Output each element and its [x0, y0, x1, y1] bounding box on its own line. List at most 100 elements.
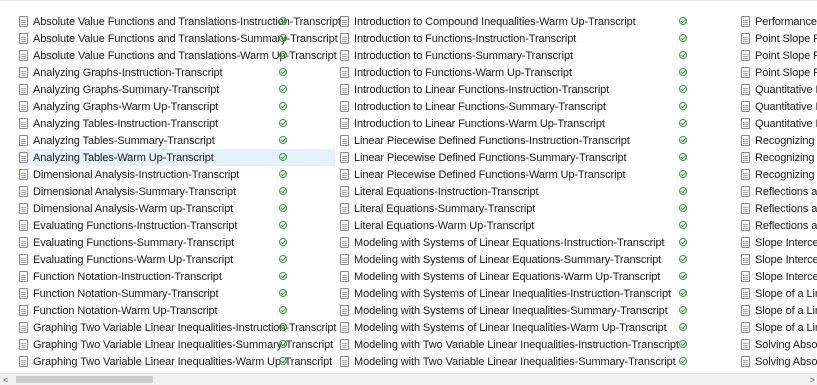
file-row[interactable]: Point Slope Form [741, 64, 817, 81]
file-row[interactable]: Reflections and I [741, 200, 817, 217]
file-row[interactable]: Linear Piecewise Defined Functions-Summa… [340, 149, 720, 166]
file-row[interactable]: Solving Absolute [741, 353, 817, 370]
file-row[interactable]: Modeling with Two Variable Linear Inequa… [340, 353, 720, 370]
file-row[interactable]: Slope Intercept F [741, 234, 817, 251]
scroll-right-arrow[interactable]: > [810, 375, 815, 385]
document-icon [340, 135, 349, 146]
file-row[interactable]: Quantitative Rea [741, 98, 817, 115]
file-row[interactable]: Modeling with Systems of Linear Inequali… [340, 319, 720, 336]
file-row[interactable]: Analyzing Graphs-Instruction-Transcript [19, 64, 335, 81]
file-row[interactable]: Linear Piecewise Defined Functions-Warm … [340, 166, 720, 183]
file-row[interactable]: Introduction to Linear Functions-Instruc… [340, 81, 720, 98]
synced-check-icon [279, 34, 287, 42]
document-icon [741, 339, 750, 350]
file-name: Point Slope Form [755, 66, 817, 79]
file-row[interactable]: Literal Equations-Instruction-Transcript [340, 183, 720, 200]
document-icon [19, 84, 28, 95]
file-row[interactable]: Quantitative Rea [741, 81, 817, 98]
document-icon [340, 169, 349, 180]
document-icon [340, 118, 349, 129]
file-row[interactable]: Function Notation-Instruction-Transcript [19, 268, 335, 285]
file-row[interactable]: Analyzing Tables-Summary-Transcript [19, 132, 335, 149]
file-row[interactable]: Recognizing Pat [741, 166, 817, 183]
file-row[interactable]: Graphing Two Variable Linear Inequalitie… [19, 336, 335, 353]
document-icon [19, 101, 28, 112]
file-row[interactable]: Literal Equations-Warm Up-Transcript [340, 217, 720, 234]
document-icon [19, 339, 28, 350]
document-icon [340, 339, 349, 350]
document-icon [741, 271, 750, 282]
file-row[interactable]: Performance Ta [741, 13, 817, 30]
file-row[interactable]: Analyzing Graphs-Warm Up-Transcript [19, 98, 335, 115]
file-column-2: Introduction to Compound Inequalities-Wa… [340, 13, 720, 373]
file-row[interactable]: Introduction to Functions-Warm Up-Transc… [340, 64, 720, 81]
document-icon [19, 135, 28, 146]
document-icon [741, 152, 750, 163]
file-row[interactable]: Slope of a Line-I [741, 285, 817, 302]
document-icon [340, 186, 349, 197]
file-row[interactable]: Slope Intercept F [741, 268, 817, 285]
file-row[interactable]: Introduction to Compound Inequalities-Wa… [340, 13, 720, 30]
file-name: Point Slope Form [755, 32, 817, 45]
file-row[interactable]: Quantitative Rea [741, 115, 817, 132]
file-row[interactable]: Graphing Two Variable Linear Inequalitie… [19, 319, 336, 336]
file-row[interactable]: Slope Intercept F [741, 251, 817, 268]
file-row[interactable]: Point Slope Form [741, 30, 817, 47]
file-column-3: Performance Ta Point Slope Form Point Slop… [741, 13, 817, 373]
document-icon [741, 135, 750, 146]
file-row[interactable]: Function Notation-Warm Up-Transcript [19, 302, 335, 319]
file-row[interactable]: Introduction to Functions-Instruction-Tr… [340, 30, 720, 47]
scroll-left-arrow[interactable]: < [3, 375, 8, 385]
file-row[interactable]: Absolute Value Functions and Translation… [19, 13, 341, 30]
document-icon [19, 169, 28, 180]
file-name: Evaluating Functions-Warm Up-Transcript [33, 253, 234, 266]
file-name: Introduction to Functions-Warm Up-Transc… [354, 66, 572, 79]
document-icon [741, 203, 750, 214]
file-row[interactable]: Reflections and I [741, 217, 817, 234]
file-row[interactable]: Introduction to Functions-Summary-Transc… [340, 47, 720, 64]
file-row[interactable]: Analyzing Tables-Warm Up-Transcript [19, 149, 335, 166]
file-row[interactable]: Absolute Value Functions and Translation… [19, 47, 337, 64]
file-row[interactable]: Literal Equations-Summary-Transcript [340, 200, 720, 217]
file-row[interactable]: Evaluating Functions-Warm Up-Transcript [19, 251, 335, 268]
file-name: Literal Equations-Instruction-Transcript [354, 185, 539, 198]
file-row[interactable]: Point Slope Form [741, 47, 817, 64]
file-row[interactable]: Modeling with Systems of Linear Equation… [340, 251, 720, 268]
file-row[interactable]: Evaluating Functions-Instruction-Transcr… [19, 217, 335, 234]
file-row[interactable]: Modeling with Systems of Linear Equation… [340, 234, 720, 251]
synced-check-icon [279, 289, 287, 297]
synced-check-icon [279, 204, 287, 212]
file-row[interactable]: Dimensional Analysis-Warm up-Transcript [19, 200, 335, 217]
file-row[interactable]: Graphing Two Variable Linear Inequalitie… [19, 353, 335, 370]
file-row[interactable]: Modeling with Two Variable Linear Inequa… [340, 336, 720, 353]
file-row[interactable]: Modeling with Systems of Linear Inequali… [340, 302, 720, 319]
file-row[interactable]: Introduction to Linear Functions-Summary… [340, 98, 720, 115]
file-name: Quantitative Rea [755, 100, 817, 113]
document-icon [340, 50, 349, 61]
file-row[interactable]: Introduction to Linear Functions-Warm Up… [340, 115, 720, 132]
synced-check-icon [279, 238, 287, 246]
file-row[interactable]: Recognizing Pat [741, 132, 817, 149]
file-row[interactable]: Solving Absolute [741, 336, 817, 353]
file-row[interactable]: Reflections and I [741, 183, 817, 200]
file-row[interactable]: Absolute Value Functions and Translation… [19, 30, 338, 47]
file-row[interactable]: Modeling with Systems of Linear Equation… [340, 268, 720, 285]
file-row[interactable]: Dimensional Analysis-Instruction-Transcr… [19, 166, 335, 183]
file-row[interactable]: Dimensional Analysis-Summary-Transcript [19, 183, 335, 200]
file-row[interactable]: Evaluating Functions-Summary-Transcript [19, 234, 335, 251]
file-row[interactable]: Analyzing Tables-Instruction-Transcript [19, 115, 335, 132]
synced-check-icon [279, 85, 287, 93]
file-name: Absolute Value Functions and Translation… [33, 49, 337, 62]
scrollbar-thumb[interactable] [16, 376, 153, 383]
file-name: Introduction to Functions-Instruction-Tr… [354, 32, 577, 45]
file-row[interactable]: Slope of a Line-V [741, 319, 817, 336]
file-row[interactable]: Modeling with Systems of Linear Inequali… [340, 285, 720, 302]
file-row[interactable]: Slope of a Line-S [741, 302, 817, 319]
file-row[interactable]: Linear Piecewise Defined Functions-Instr… [340, 132, 720, 149]
file-row[interactable]: Recognizing Pat [741, 149, 817, 166]
file-row[interactable]: Function Notation-Summary-Transcript [19, 285, 335, 302]
synced-check-icon [279, 153, 287, 161]
file-row[interactable]: Analyzing Graphs-Summary-Transcript [19, 81, 335, 98]
document-icon [19, 305, 28, 316]
horizontal-scrollbar[interactable]: < > [0, 373, 817, 385]
